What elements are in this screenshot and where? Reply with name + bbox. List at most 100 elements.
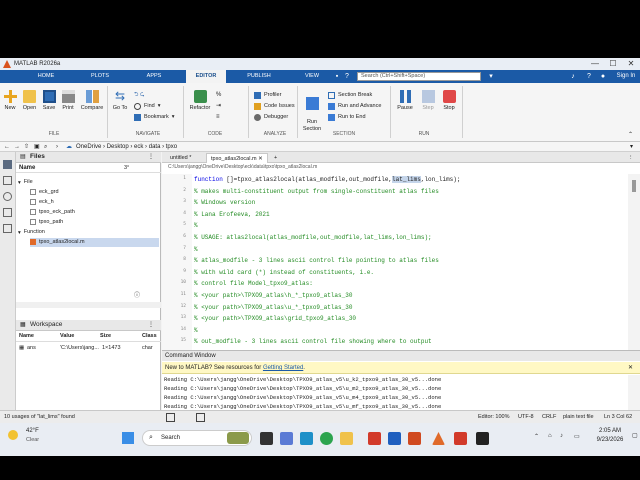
help-icon[interactable]: ? — [584, 71, 594, 82]
tab-plots[interactable]: PLOTS — [82, 70, 118, 83]
search-folder-icon[interactable]: ⌕ — [44, 142, 47, 152]
maximize-button[interactable]: ☐ — [604, 58, 622, 70]
editor-zoom[interactable]: Editor: 100% — [478, 411, 510, 423]
format-button[interactable]: ≡ — [216, 113, 220, 122]
encoding[interactable]: UTF-8 — [518, 411, 534, 423]
files-panel-icon[interactable] — [3, 160, 12, 169]
collapse-toolstrip-icon[interactable]: ⌃ — [628, 131, 633, 138]
dropdown-chevron-icon[interactable]: ▾ — [486, 71, 496, 82]
line-ending[interactable]: CRLF — [542, 411, 556, 423]
code-line[interactable]: % makes multi-constituent output from si… — [194, 188, 439, 196]
compare-button[interactable]: Compare — [78, 90, 106, 111]
code-line[interactable]: % Lana Erofeeva, 2021 — [194, 211, 270, 219]
tree-folder[interactable]: ▾ File — [18, 178, 159, 187]
back-arrow-icon[interactable]: ⮌ — [134, 91, 138, 100]
tab-home[interactable]: HOME — [28, 70, 64, 83]
outlook-icon[interactable] — [388, 432, 401, 445]
code-line[interactable]: % <your path>\TPXO9_atlas\grid_tpxo9_atl… — [194, 315, 356, 323]
close-notice-icon[interactable]: ✕ — [628, 362, 633, 374]
code-line[interactable]: % Windows version — [194, 199, 255, 207]
files-menu-icon[interactable]: ⋮ — [148, 153, 154, 160]
run-section-button[interactable]: Run Section — [300, 90, 324, 133]
code-line[interactable]: % atlas_modfile - 3 lines ascii control … — [194, 257, 439, 265]
close-tab-icon[interactable]: ✕ — [258, 156, 263, 162]
task-view-icon[interactable] — [260, 432, 273, 445]
code-line[interactable]: % control file Model_tpxo9_atlas: — [194, 280, 313, 288]
code-line[interactable]: % with wild card (*) instead of constitu… — [194, 269, 374, 277]
help-panel-icon[interactable] — [3, 224, 12, 233]
tree-file[interactable]: eck_h — [30, 198, 159, 207]
save-button[interactable]: Save — [41, 90, 57, 111]
new-tab-icon[interactable]: + — [270, 153, 281, 163]
forward-icon[interactable]: → — [14, 142, 20, 152]
ws-col-name[interactable]: Name — [19, 333, 34, 339]
code-area[interactable]: function []=tpxo_atlas2local(atlas_modfi… — [162, 174, 628, 350]
save-quick-icon[interactable]: ▪ — [333, 71, 341, 82]
minimize-button[interactable]: — — [586, 58, 604, 70]
goto-button[interactable]: ⇆ Go To — [110, 90, 130, 112]
project-icon[interactable] — [3, 176, 12, 185]
command-output[interactable]: Reading C:\Users\jangg\OneDrive\Desktop\… — [162, 375, 628, 411]
terminal-icon[interactable] — [476, 432, 489, 445]
code-line[interactable]: % out_modfile - 3 lines ascii control fi… — [194, 338, 432, 346]
taskbar-search[interactable]: ⌕ Search — [142, 430, 252, 446]
weather-temp[interactable]: 42°F — [26, 428, 39, 434]
getting-started-link[interactable]: Getting Started — [263, 365, 303, 371]
indent-button[interactable]: ⇥ — [216, 102, 221, 111]
layout-toggle-icon[interactable] — [196, 413, 205, 422]
up-folder-icon[interactable]: ⇧ — [24, 142, 29, 152]
breadcrumb-data[interactable]: data — [149, 144, 161, 150]
ws-col-class[interactable]: Class — [142, 333, 157, 339]
search-input[interactable]: Search (Ctrl+Shift+Space) — [357, 72, 481, 81]
tree-file[interactable]: eck_grd — [30, 188, 159, 197]
breadcrumb-onedrive[interactable]: OneDrive — [76, 144, 101, 150]
help-quick-icon[interactable]: ? — [343, 71, 351, 82]
breadcrumb-desktop[interactable]: Desktop — [107, 144, 129, 150]
code-line[interactable]: function []=tpxo_atlas2local(atlas_modfi… — [194, 176, 460, 184]
sign-in-link[interactable]: Sign In — [613, 71, 639, 82]
chrome-icon[interactable] — [320, 432, 333, 445]
tree-folder[interactable]: ▾ Function — [18, 228, 159, 237]
command-window-toggle-icon[interactable] — [166, 413, 175, 422]
start-icon[interactable] — [122, 432, 134, 444]
ws-col-value[interactable]: Value — [60, 333, 74, 339]
acrobat-icon[interactable] — [454, 432, 467, 445]
user-icon[interactable]: ● — [598, 71, 608, 82]
tab-tpxo-atlas2local[interactable]: tpxo_atlas2local.m ✕ — [206, 153, 268, 163]
addons-icon[interactable] — [3, 208, 12, 217]
ws-col-size[interactable]: Size — [100, 333, 111, 339]
breadcrumb-eck[interactable]: eck — [134, 144, 143, 150]
weather-icon[interactable] — [8, 430, 18, 440]
forward-arrow-icon[interactable]: ⮎ — [140, 91, 144, 100]
breadcrumb-tpxo[interactable]: tpxo — [166, 144, 177, 150]
run-to-end-button[interactable]: Run to End — [328, 113, 366, 122]
code-line[interactable]: % — [194, 222, 198, 230]
code-line[interactable]: % — [194, 327, 198, 335]
pause-button[interactable]: Pause — [394, 90, 416, 111]
widgets-icon[interactable] — [280, 432, 293, 445]
back-icon[interactable]: ← — [4, 142, 10, 152]
code-line[interactable]: % USAGE: atlas2local(atlas_modfile,out_m… — [194, 234, 432, 242]
app-l-icon[interactable] — [368, 432, 381, 445]
find-button[interactable]: Find ▾ — [134, 102, 160, 111]
notification-icon[interactable]: ▢ — [632, 432, 638, 439]
editor-menu-icon[interactable]: ⋮ — [624, 153, 638, 163]
tree-file[interactable]: tpxo_path — [30, 218, 159, 227]
source-control-icon[interactable] — [3, 192, 12, 201]
tree-file[interactable]: tpxo_atlas2local.m — [30, 238, 159, 247]
command-scrollbar[interactable] — [628, 375, 640, 411]
stop-button[interactable]: Stop — [440, 90, 458, 111]
new-button[interactable]: New — [2, 90, 18, 111]
refactor-button[interactable]: Refactor — [187, 90, 213, 111]
battery-icon[interactable]: ▭ — [574, 433, 580, 440]
workspace-menu-icon[interactable]: ⋮ — [148, 321, 154, 328]
code-line[interactable]: % <your path>\TPXO9_atlas\u_*_tpxo9_atla… — [194, 304, 352, 312]
editor-scrollbar[interactable] — [628, 174, 640, 350]
edge-icon[interactable] — [300, 432, 313, 445]
clock-date[interactable]: 9/23/2026 — [590, 437, 630, 443]
sort-indicator[interactable]: 3° — [124, 165, 129, 171]
scroll-thumb[interactable] — [632, 180, 636, 192]
tab-publish[interactable]: PUBLISH — [240, 70, 278, 83]
step-button[interactable]: Step — [418, 90, 438, 111]
folder-dropdown-icon[interactable]: ▾ — [630, 142, 633, 152]
